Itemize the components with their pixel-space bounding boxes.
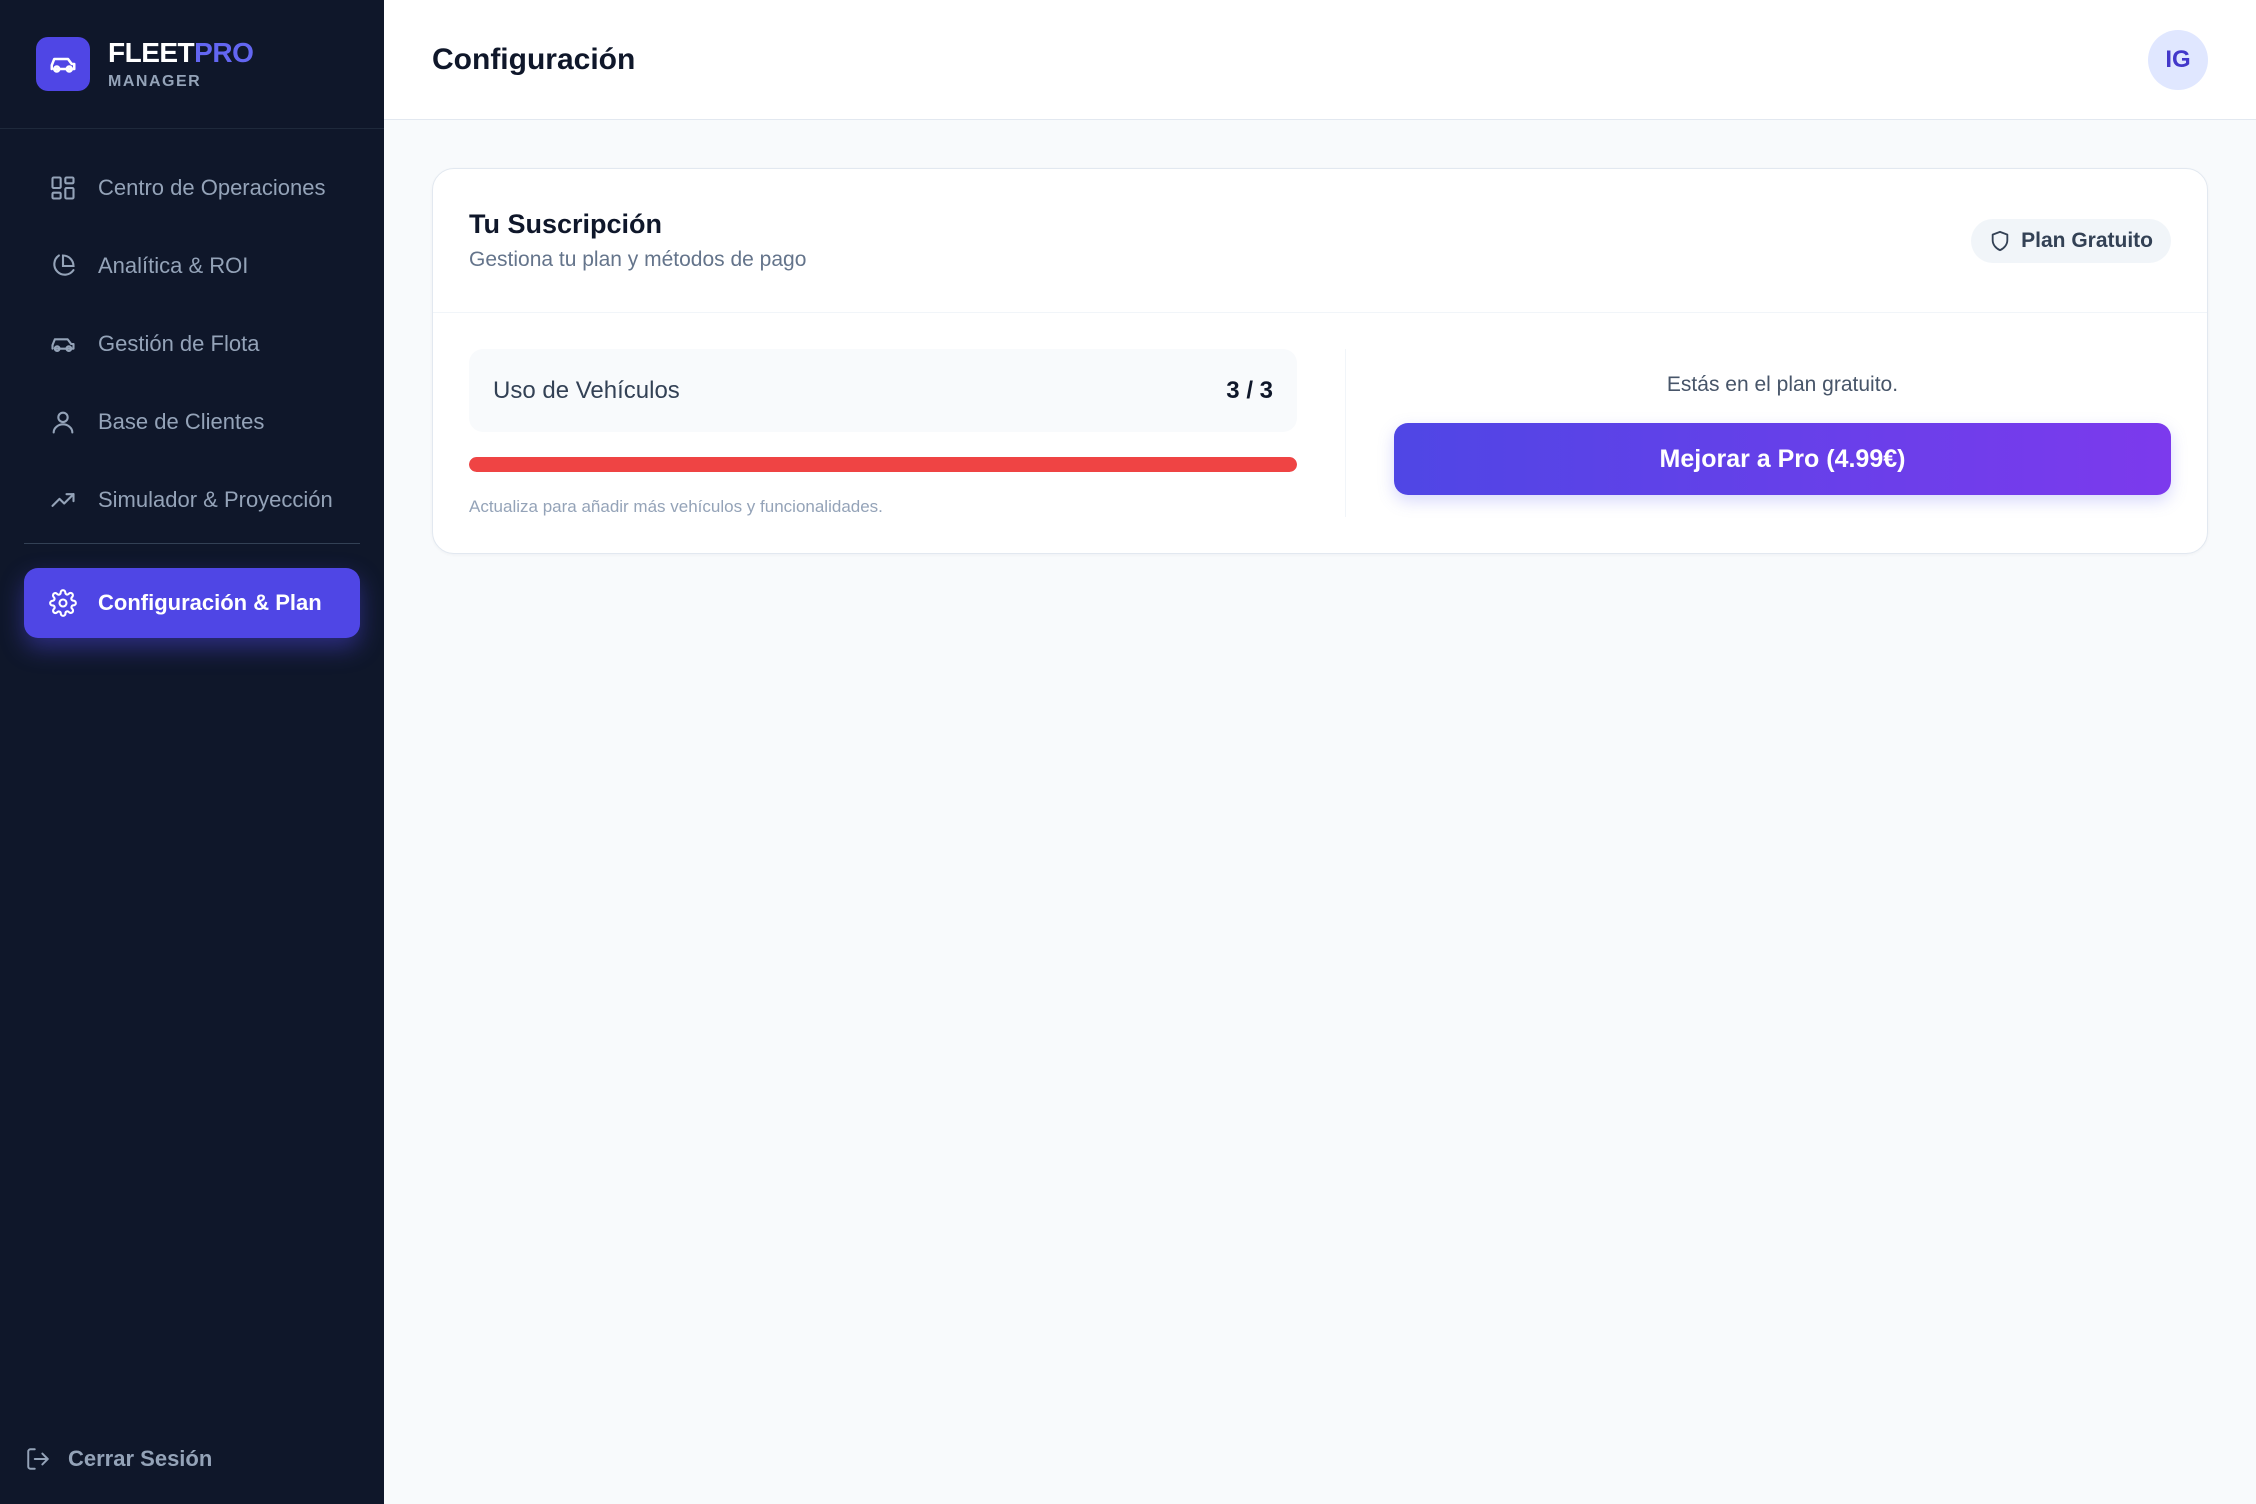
- page-title: Configuración: [432, 42, 636, 76]
- sidebar-item-centro-operaciones[interactable]: Centro de Operaciones: [24, 153, 360, 223]
- sidebar-item-gestion-flota[interactable]: Gestión de Flota: [24, 309, 360, 379]
- sidebar-item-label: Centro de Operaciones: [98, 175, 326, 200]
- plan-status-text: Estás en el plan gratuito.: [1666, 373, 1899, 396]
- brand[interactable]: FLEETPRO MANAGER: [0, 0, 384, 129]
- subscription-title: Tu Suscripción: [469, 209, 663, 239]
- usage-box: Uso de Vehículos 3 / 3: [469, 349, 1297, 432]
- logout-icon: [24, 1445, 52, 1473]
- car-logo-icon: [36, 37, 90, 91]
- content: Tu Suscripción Gestiona tu plan y método…: [384, 120, 2256, 554]
- brand-subtitle: MANAGER: [108, 73, 202, 90]
- sidebar-item-label: Gestión de Flota: [98, 331, 260, 356]
- subscription-subtitle: Gestiona tu plan y métodos de pago: [469, 248, 807, 271]
- upgrade-section: Estás en el plan gratuito. Mejorar a Pro…: [1394, 349, 2171, 517]
- gear-icon: [48, 588, 78, 618]
- grid-icon: [48, 173, 78, 203]
- plan-badge: Plan Gratuito: [1971, 218, 2171, 263]
- pie-chart-icon: [48, 251, 78, 281]
- sidebar-item-label: Configuración & Plan: [98, 590, 322, 615]
- user-icon: [48, 407, 78, 437]
- car-icon: [48, 329, 78, 359]
- sidebar-item-label: Base de Clientes: [98, 409, 265, 434]
- subscription-card: Tu Suscripción Gestiona tu plan y método…: [432, 168, 2208, 554]
- subscription-body: Uso de Vehículos 3 / 3 Actualiza para añ…: [433, 313, 2207, 553]
- sidebar-item-analitica[interactable]: Analítica & ROI: [24, 231, 360, 301]
- usage-value: 3 / 3: [1226, 376, 1273, 404]
- nav-divider: [24, 543, 360, 544]
- sidebar-item-simulador[interactable]: Simulador & Proyección: [24, 465, 360, 535]
- plan-badge-label: Plan Gratuito: [2021, 228, 2153, 252]
- subscription-header: Tu Suscripción Gestiona tu plan y método…: [433, 169, 2207, 313]
- usage-progress-bar: [469, 457, 1297, 472]
- trending-up-icon: [48, 485, 78, 515]
- topbar: Configuración IG: [384, 0, 2256, 120]
- main-area: Configuración IG Tu Suscripción Gestiona…: [384, 0, 2256, 1504]
- sidebar-nav: Centro de Operaciones Analítica & ROI Ge…: [0, 129, 384, 646]
- sidebar-item-label: Simulador & Proyección: [98, 487, 333, 512]
- sidebar-item-label: Analítica & ROI: [98, 253, 249, 278]
- usage-label: Uso de Vehículos: [493, 376, 680, 404]
- upgrade-pro-button[interactable]: Mejorar a Pro (4.99€): [1394, 423, 2171, 495]
- usage-note: Actualiza para añadir más vehículos y fu…: [469, 497, 883, 516]
- sidebar-item-clientes[interactable]: Base de Clientes: [24, 387, 360, 457]
- shield-icon: [1989, 230, 2011, 252]
- sidebar: FLEETPRO MANAGER Centro de Operaciones A…: [0, 0, 384, 1504]
- brand-name: FLEETPRO: [108, 37, 254, 68]
- usage-progress-fill: [469, 457, 1297, 472]
- avatar[interactable]: IG: [2148, 29, 2208, 90]
- usage-section: Uso de Vehículos 3 / 3 Actualiza para añ…: [469, 349, 1297, 517]
- sidebar-item-configuracion[interactable]: Configuración & Plan: [24, 568, 360, 638]
- logout-button[interactable]: Cerrar Sesión: [24, 1434, 212, 1484]
- logout-label: Cerrar Sesión: [68, 1446, 213, 1471]
- app-root: FLEETPRO MANAGER Centro de Operaciones A…: [0, 0, 2256, 1504]
- vertical-divider: [1345, 349, 1346, 517]
